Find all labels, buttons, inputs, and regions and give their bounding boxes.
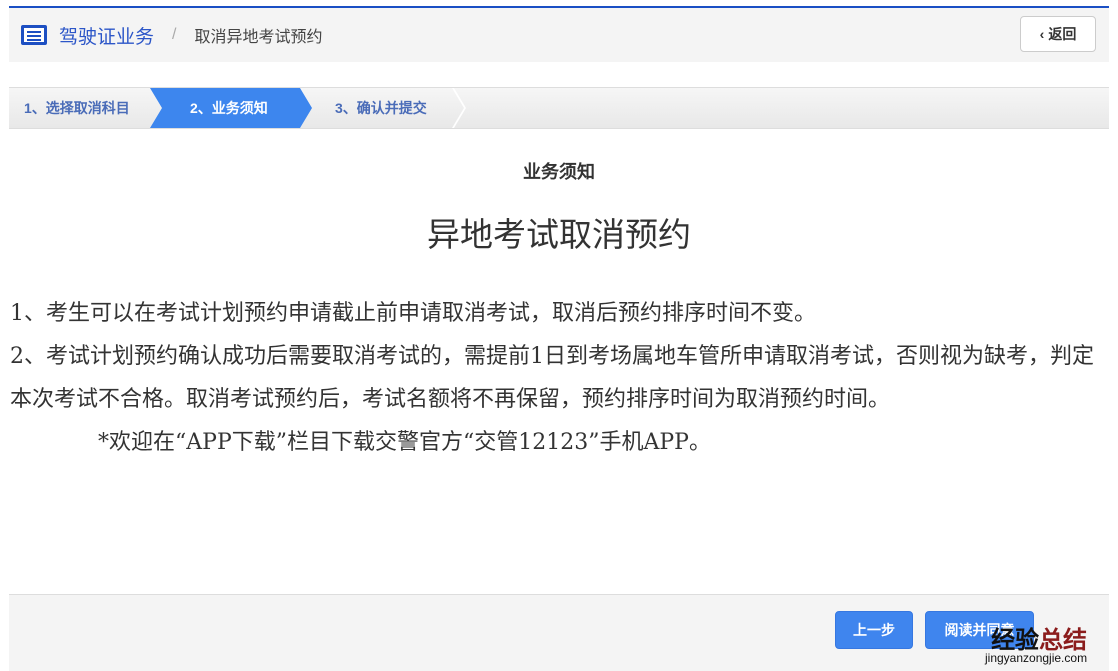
breadcrumb-separator: /: [172, 26, 177, 43]
prev-step-button[interactable]: 上一步: [835, 611, 913, 649]
step-1: 1、选择取消科目: [24, 100, 130, 116]
list-icon: [21, 25, 47, 45]
header-bar: 驾驶证业务 / 取消异地考试预约 ‹ 返回: [9, 8, 1109, 62]
step-2-active: 2、业务须知: [150, 88, 312, 128]
page-title: 异地考试取消预约: [427, 215, 691, 254]
watermark: 经验总结 jingyanzongjie.com: [985, 620, 1087, 665]
watermark-part2: 总结: [1039, 627, 1088, 654]
step-chevron: [452, 88, 466, 128]
back-label: 返回: [1048, 26, 1077, 42]
step-progress: 1、选择取消科目 2、业务须知 3、确认并提交: [9, 87, 1109, 129]
app-note: *欢迎在“APP下载”栏目下载交警官方“交管12123”手机APP。: [98, 430, 711, 455]
back-button[interactable]: ‹ 返回: [1020, 16, 1096, 52]
watermark-part1: 经验: [991, 627, 1040, 654]
chevron-left-icon: ‹: [1039, 26, 1045, 42]
footer-bar: 上一步 阅读并同意: [9, 594, 1109, 671]
breadcrumb-current: 取消异地考试预约: [194, 29, 323, 46]
watermark-url: jingyanzongjie.com: [985, 651, 1088, 665]
breadcrumb-root[interactable]: 驾驶证业务: [59, 22, 154, 49]
notice-item-2: 2、考试计划预约确认成功后需要取消考试的，需提前1日到考场属地车管所申请取消考试…: [10, 344, 1094, 412]
notice-item-1: 1、考生可以在考试计划预约申请截止前申请取消考试，取消后预约排序时间不变。: [10, 301, 816, 326]
section-subtitle: 业务须知: [523, 162, 595, 182]
notice-body: 1、考生可以在考试计划预约申请截止前申请取消考试，取消后预约排序时间不变。 2、…: [10, 292, 1100, 464]
step-3: 3、确认并提交: [335, 100, 427, 116]
